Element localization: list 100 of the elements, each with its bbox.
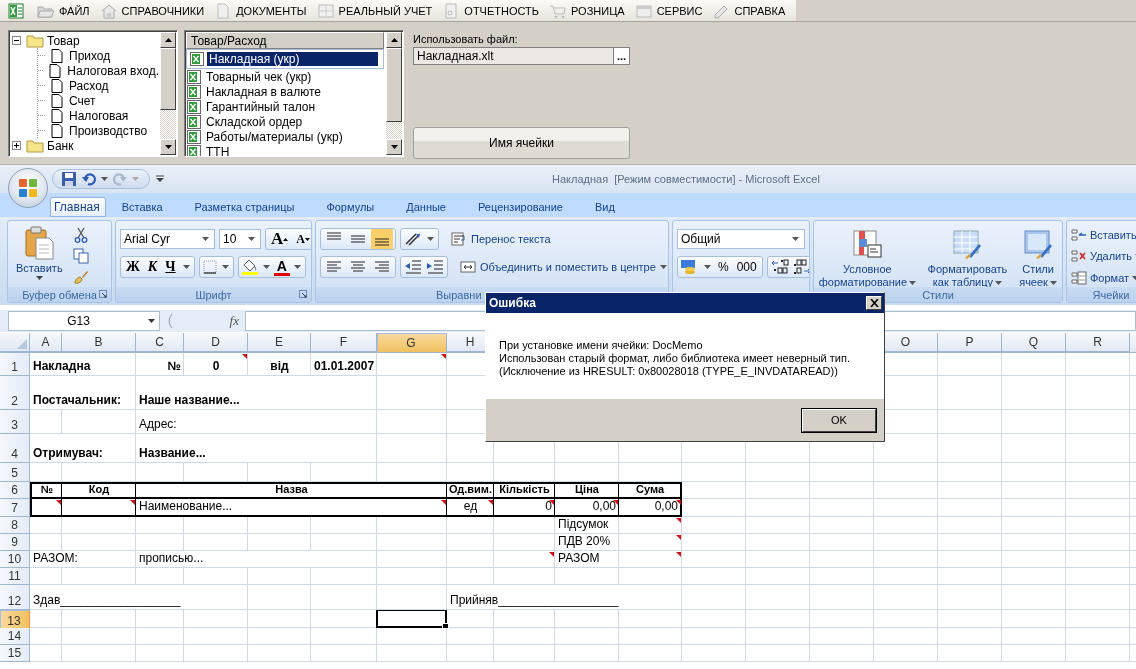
scrollbar[interactable] [160,32,176,155]
caret-icon[interactable] [704,265,711,269]
increase-indent-icon[interactable] [425,258,445,276]
menu-item[interactable]: ОТЧЕТНОСТЬ [439,0,542,21]
column-header[interactable]: R [1066,333,1130,352]
paintbrush-icon[interactable] [72,269,89,285]
font-select[interactable]: Arial Cyr [120,229,215,249]
save-icon[interactable] [61,171,77,187]
ribbon-tab[interactable]: Формулы [310,195,391,217]
tree-item[interactable]: Налоговая [38,108,159,123]
caret-icon[interactable] [221,265,229,269]
tree-item[interactable]: Производство [38,123,159,138]
list-item[interactable]: ТТН [186,144,384,156]
caret-icon[interactable] [427,237,434,241]
column-header[interactable]: C [136,333,184,352]
row-header[interactable]: 8 [0,517,30,534]
caret-icon[interactable] [262,265,270,269]
scrollbar[interactable] [386,32,402,155]
wrap-text-button[interactable]: Перенос текста [447,231,555,247]
increase-decimal-icon[interactable] [769,258,790,276]
column-header[interactable]: Товар/Расход [186,32,384,49]
list-item[interactable]: Товарный чек (укр) [186,69,384,84]
underline-button[interactable]: Ч [162,257,179,277]
merge-center-button[interactable]: Объединить и поместить в центре [456,259,668,275]
scrollbar-thumb[interactable] [160,48,176,110]
caret-icon[interactable] [101,177,108,181]
text-angle-icon[interactable] [403,230,423,248]
cells-button[interactable]: Вставить [1071,226,1136,245]
file-field[interactable]: Накладная.xlt ... [413,47,630,65]
cells-button[interactable]: Удалить [1071,247,1136,266]
bold-button[interactable]: Ж [123,257,143,277]
menu-item[interactable]: ДОКУМЕНТЫ [211,0,310,21]
column-header[interactable]: Q [1002,333,1066,352]
decrease-decimal-icon[interactable] [791,258,809,276]
collapse-icon[interactable] [12,36,21,45]
ribbon-tab[interactable]: Главная [50,197,106,217]
column-header[interactable]: A [30,333,62,352]
tree-item[interactable]: Налоговая вход. [38,63,159,78]
row-header[interactable]: 12 [0,585,30,610]
tree-item[interactable]: Банк [12,138,159,153]
decrease-indent-icon[interactable] [403,258,423,276]
expand-icon[interactable] [12,141,21,150]
shrink-font-button[interactable]: A [293,229,311,249]
customize-icon[interactable] [156,175,164,183]
column-header[interactable]: P [938,333,1002,352]
dialog-launcher-icon[interactable] [299,290,307,298]
row-header[interactable]: 9 [0,534,30,551]
list-item[interactable]: Накладная в валюте [186,84,384,99]
insert-function-button[interactable]: fx [229,313,239,329]
name-box[interactable]: G13 [8,311,160,331]
paste-button[interactable]: Вставить [12,224,67,287]
fill-color-icon[interactable] [240,258,259,276]
tree-item[interactable]: Расход [38,78,159,93]
caret-icon[interactable] [182,265,190,269]
scissors-icon[interactable] [72,227,89,243]
row-header[interactable]: 4 [0,434,30,463]
menu-item[interactable]: СЕРВИС [631,0,706,21]
row-header[interactable]: 13 [0,610,30,628]
grow-font-button[interactable]: A [268,229,292,249]
row-header[interactable]: 15 [0,645,30,662]
list-item[interactable]: Гарантийный талон [186,99,384,114]
row-header[interactable]: 1 [0,353,30,376]
column-header[interactable]: D [184,333,248,352]
ribbon-tab[interactable]: Вставка [105,195,179,217]
ok-button[interactable]: OK [802,408,876,432]
ribbon-tab[interactable]: Рецензирование [462,195,579,217]
undo-icon[interactable] [81,171,97,187]
column-header[interactable]: B [62,333,136,352]
tree-item[interactable]: Товар [12,33,159,48]
styles-button[interactable]: Стили ячеек [1018,224,1058,287]
list-item[interactable]: Накладная (укр) [186,49,384,69]
close-button[interactable] [866,296,882,310]
browse-button[interactable]: ... [613,48,629,64]
menu-item[interactable]: ФАЙЛ [34,0,93,21]
row-header[interactable]: 7 [0,499,30,517]
number-format-select[interactable]: Общий [677,229,805,249]
ribbon-tab[interactable]: Вид [578,195,631,217]
cells-button[interactable]: Формат [1071,268,1136,287]
italic-button[interactable]: К [144,257,161,277]
caret-icon[interactable] [293,265,301,269]
column-header[interactable]: G [377,333,447,352]
column-header[interactable]: E [248,333,311,352]
row-header[interactable]: 5 [0,463,30,482]
row-header[interactable]: 6 [0,482,30,499]
row-header[interactable]: 3 [0,410,30,434]
row-header[interactable]: 14 [0,628,30,645]
percent-button[interactable]: % [715,257,732,277]
row-header[interactable]: 10 [0,551,30,568]
thousands-button[interactable]: 000 [733,257,760,277]
list-item[interactable]: Складской ордер [186,114,384,129]
spreadsheet-icon[interactable] [8,2,24,19]
copy-icon[interactable] [72,248,89,264]
ribbon-tab[interactable]: Данные [390,195,462,217]
align-bottom-icon[interactable] [371,229,393,249]
list-item[interactable]: Работы/материалы (укр) [186,129,384,144]
scrollbar-thumb[interactable] [386,48,402,122]
menu-item[interactable]: РЕАЛЬНЫЙ УЧЕТ [313,0,436,21]
dialog-launcher-icon[interactable] [99,290,107,298]
menu-item[interactable]: СПРАВОЧНИКИ [96,0,208,21]
ribbon-tab[interactable]: Разметка страницы [178,195,311,217]
